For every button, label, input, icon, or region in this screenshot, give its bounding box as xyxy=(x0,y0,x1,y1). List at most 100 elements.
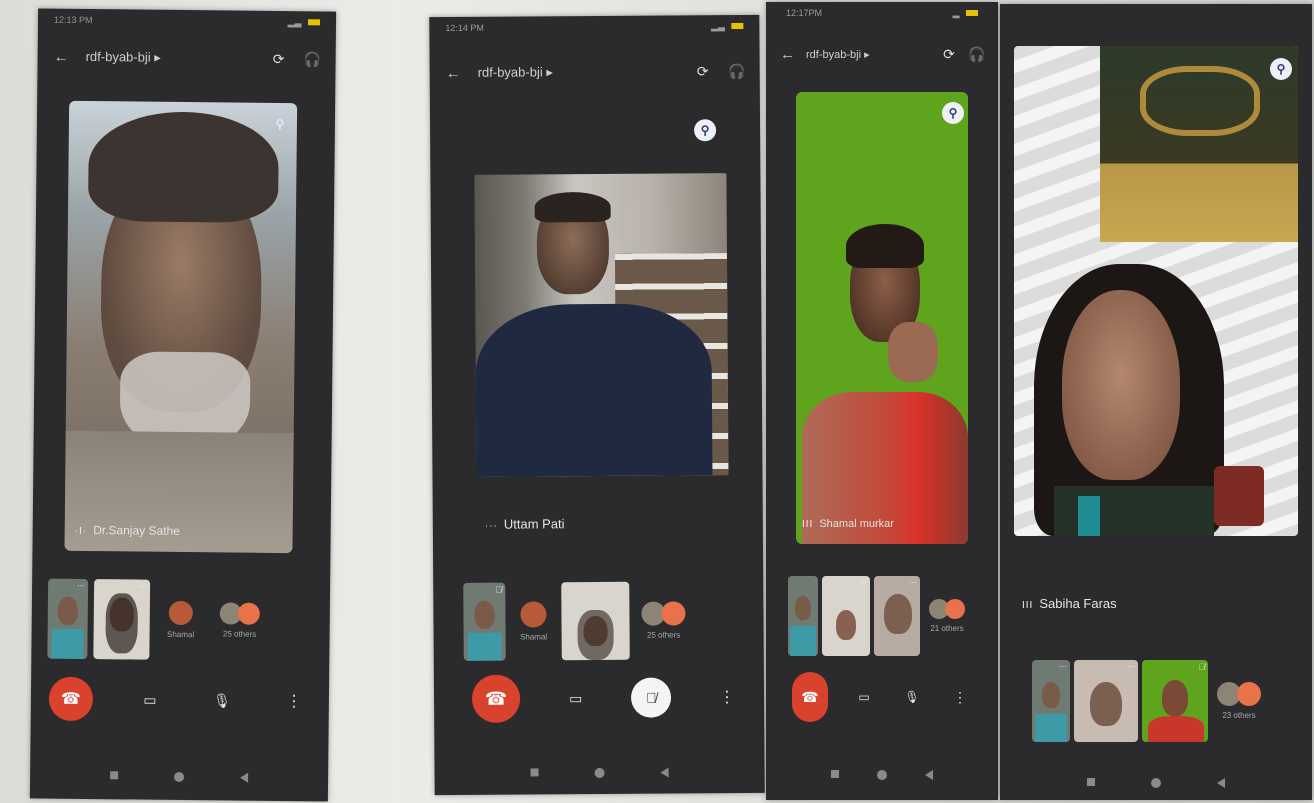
home-icon[interactable] xyxy=(594,767,605,779)
main-video-tile[interactable]: ⚲ xyxy=(1014,46,1298,536)
home-icon[interactable] xyxy=(174,771,185,783)
back-arrow-icon[interactable]: ← xyxy=(446,64,468,81)
meeting-top-bar: ← rdf-byab-bji ▸ ⟳ 🎧 xyxy=(766,40,998,68)
participant-thumbnail[interactable] xyxy=(561,581,630,661)
participant-thumbnail[interactable]: 🎙̸ xyxy=(1142,660,1208,742)
participant-name-label: ·I· Dr.Sanjay Sathe xyxy=(75,523,180,538)
headphones-icon[interactable]: 🎧 xyxy=(726,60,748,82)
headphones-icon[interactable]: 🎧 xyxy=(302,48,324,70)
camera-button[interactable]: ▭ xyxy=(852,682,876,712)
home-icon[interactable] xyxy=(1151,778,1161,788)
camera-button[interactable]: ▭ xyxy=(135,685,165,715)
participant-thumbnail[interactable]: 🎙̸ xyxy=(463,582,506,661)
participant-thumbnail[interactable]: ··· xyxy=(874,576,920,656)
more-icon[interactable]: ··· xyxy=(909,578,917,587)
others-group[interactable]: 25 others xyxy=(212,602,268,639)
others-group[interactable]: 23 others xyxy=(1212,682,1266,720)
participant-thumbnail[interactable]: ··· xyxy=(1032,660,1070,742)
status-bar: 12:14 PM ▂▃ xyxy=(429,15,759,39)
more-vertical-icon: ⋮ xyxy=(718,689,736,707)
thumbnail-shirt xyxy=(51,628,84,659)
more-options-button[interactable]: ⋮ xyxy=(279,686,309,716)
main-video-tile[interactable] xyxy=(474,173,729,477)
android-nav-bar xyxy=(766,770,998,780)
signal-battery-icons: ▂▃ xyxy=(288,17,321,28)
meeting-top-bar: ← rdf-byab-bji ▸ ⟳ 🎧 xyxy=(37,42,335,73)
thumbnail-face xyxy=(474,600,495,629)
participant-name-label: III Sabiha Faras xyxy=(1022,596,1117,611)
end-call-icon: ☎ xyxy=(484,688,508,709)
more-icon[interactable]: ··· xyxy=(139,582,147,591)
end-call-button[interactable]: ☎ xyxy=(48,676,94,722)
more-options-button[interactable]: ⋮ xyxy=(712,682,742,712)
recents-icon[interactable] xyxy=(1087,778,1095,786)
participant-strip: ··· ··· 21 others xyxy=(788,576,970,656)
more-icon[interactable]: ··· xyxy=(859,578,867,587)
end-call-button[interactable]: ☎ xyxy=(471,674,521,723)
phone-screen-3: 12:17PM ▂ ← rdf-byab-bji ▸ ⟳ 🎧 ⚲ III Sham… xyxy=(766,2,998,800)
mic-button[interactable]: 🎙 xyxy=(900,682,924,712)
more-icon[interactable]: ··· xyxy=(1059,662,1067,671)
participant-thumbnail[interactable] xyxy=(788,576,818,656)
back-arrow-icon[interactable]: ← xyxy=(54,48,76,65)
switch-camera-icon[interactable]: ⟳ xyxy=(268,48,290,70)
others-count: 25 others xyxy=(646,630,681,640)
camera-button[interactable]: ▭ xyxy=(561,683,591,713)
participant-scarf xyxy=(1078,496,1100,536)
back-nav-icon[interactable] xyxy=(240,772,249,783)
participant-thumbnail[interactable]: ··· xyxy=(822,576,870,656)
mic-button[interactable]: 🎙̸ xyxy=(631,677,672,718)
switch-camera-icon[interactable]: ⟳ xyxy=(938,43,960,65)
audio-only-participant[interactable]: Shamal xyxy=(511,601,555,642)
pin-icon[interactable]: ⚲ xyxy=(942,102,964,124)
call-controls: ☎ ▭ 🎙̸ ⋮ xyxy=(471,673,742,723)
speaking-indicator-icon: III xyxy=(802,519,814,530)
back-nav-icon[interactable] xyxy=(660,767,669,778)
end-call-icon: ☎ xyxy=(60,690,81,708)
back-arrow-icon[interactable]: ← xyxy=(780,46,802,63)
microphone-icon: 🎙 xyxy=(904,690,920,704)
pin-icon[interactable]: ⚲ xyxy=(1270,58,1292,80)
mic-button[interactable]: 🎙 xyxy=(207,685,237,715)
thumbnail-shirt xyxy=(467,632,502,661)
mic-off-icon: 🎙̸ xyxy=(1198,662,1205,672)
call-controls: ☎ ▭ 🎙 ⋮ xyxy=(792,672,972,722)
end-call-button[interactable]: ☎ xyxy=(792,672,828,722)
more-icon[interactable]: ··· xyxy=(1127,662,1135,671)
headphones-icon[interactable]: 🎧 xyxy=(966,43,988,65)
back-nav-icon[interactable] xyxy=(925,770,933,780)
recents-icon[interactable] xyxy=(530,768,539,777)
recents-icon[interactable] xyxy=(110,771,119,780)
participant-thumbnail[interactable]: ··· xyxy=(47,578,89,660)
others-group[interactable]: 25 others xyxy=(635,601,691,640)
meeting-title[interactable]: rdf-byab-bji ▸ xyxy=(86,49,268,67)
phone-screen-2: 12:14 PM ▂▃ ← rdf-byab-bji ▸ ⟳ 🎧 ⚲ ··· Ut… xyxy=(429,14,765,796)
others-group[interactable]: 21 others xyxy=(924,599,970,633)
participant-thumbnail[interactable]: ··· xyxy=(93,579,151,660)
more-icon[interactable]: ··· xyxy=(77,581,85,590)
meeting-title[interactable]: rdf-byab-bji ▸ xyxy=(806,48,938,61)
meeting-top-bar: ← rdf-byab-bji ▸ ⟳ 🎧 xyxy=(430,57,760,87)
thumbnail-hair xyxy=(105,593,139,654)
pin-icon[interactable]: ⚲ xyxy=(269,113,291,135)
avatar-name: Shamal xyxy=(520,632,548,642)
main-video-tile[interactable]: ⚲ ·I· Dr.Sanjay Sathe xyxy=(64,100,298,554)
main-video-tile[interactable]: ⚲ III Shamal murkar xyxy=(796,92,968,544)
back-nav-icon[interactable] xyxy=(1217,778,1225,788)
video-camera-icon: ▭ xyxy=(143,691,157,708)
more-options-button[interactable]: ⋮ xyxy=(948,682,972,712)
participant-thumbnail[interactable]: ··· xyxy=(1074,660,1138,742)
meeting-title[interactable]: rdf-byab-bji ▸ xyxy=(478,63,692,80)
avatar xyxy=(945,599,965,619)
switch-camera-icon[interactable]: ⟳ xyxy=(692,60,714,82)
pin-icon[interactable]: ⚲ xyxy=(694,119,717,142)
thumbnail-clothing xyxy=(1148,716,1204,742)
thumbnail-shirt xyxy=(1035,714,1067,742)
home-icon[interactable] xyxy=(877,770,887,780)
audio-only-participant[interactable]: Shamal xyxy=(156,600,206,640)
recents-icon[interactable] xyxy=(831,770,839,778)
speaking-indicator-icon: ··· xyxy=(484,520,498,532)
video-camera-icon: ▭ xyxy=(569,689,583,706)
avatar xyxy=(1237,682,1261,706)
participant-hair xyxy=(846,224,924,268)
